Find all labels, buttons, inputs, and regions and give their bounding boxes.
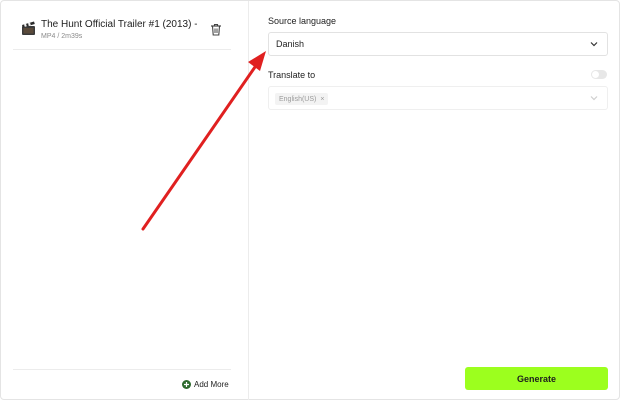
app-window: The Hunt Official Trailer #1 (2013) - M.… [0, 0, 620, 400]
add-more-button[interactable]: Add More [182, 378, 229, 390]
plus-circle-icon [182, 379, 191, 389]
chevron-down-icon [590, 96, 598, 101]
translate-to-label: Translate to [268, 70, 316, 80]
add-more-label: Add More [194, 379, 229, 389]
clapperboard-icon [22, 21, 35, 35]
trash-icon[interactable] [210, 23, 222, 36]
settings-panel: Source language Danish Translate to Engl… [250, 1, 620, 400]
file-list-item[interactable]: The Hunt Official Trailer #1 (2013) - M.… [13, 13, 231, 50]
source-language-select[interactable]: Danish [268, 32, 608, 56]
toggle-knob [592, 71, 599, 78]
translate-toggle[interactable] [591, 70, 607, 79]
file-list-panel: The Hunt Official Trailer #1 (2013) - M.… [1, 1, 249, 400]
chevron-down-icon [590, 42, 598, 47]
language-chip-label: English(US) [279, 95, 317, 103]
file-meta: MP4 / 2m39s [41, 33, 83, 40]
file-title: The Hunt Official Trailer #1 (2013) - M.… [41, 19, 197, 30]
chip-remove-icon: × [320, 95, 325, 103]
language-chip: English(US) × [275, 93, 329, 105]
source-language-label: Source language [268, 16, 337, 26]
generate-button[interactable]: Generate [465, 367, 608, 390]
source-language-value: Danish [276, 39, 305, 49]
translate-to-select: English(US) × [268, 86, 608, 110]
left-footer-divider [13, 369, 231, 370]
